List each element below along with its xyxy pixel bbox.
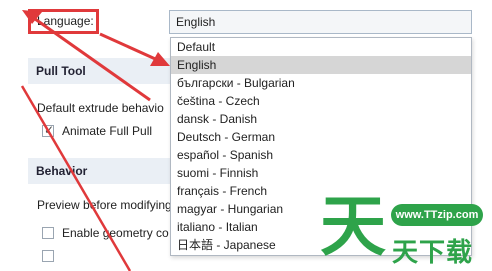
default-extrude-label: Default extrude behavio — [37, 101, 164, 115]
language-select[interactable]: English — [169, 10, 472, 34]
animate-full-pull-checkbox[interactable] — [42, 123, 54, 137]
language-option-czech[interactable]: čeština - Czech — [171, 92, 471, 110]
language-option-default[interactable]: Default — [171, 38, 471, 56]
annotation-highlight-box — [28, 9, 99, 34]
language-option-danish[interactable]: dansk - Danish — [171, 110, 471, 128]
watermark-logo-char: 天 — [320, 188, 386, 265]
watermark-logo-text: 天下载 — [392, 238, 474, 268]
language-option-finnish[interactable]: suomi - Finnish — [171, 164, 471, 182]
extra-checkbox[interactable] — [42, 250, 54, 262]
enable-geometry-checkbox[interactable] — [42, 227, 54, 239]
pull-tool-section-header: Pull Tool — [28, 58, 178, 84]
language-option-english[interactable]: English — [171, 56, 471, 74]
enable-geometry-label: Enable geometry co — [62, 226, 169, 240]
language-select-value: English — [176, 15, 216, 29]
language-option-german[interactable]: Deutsch - German — [171, 128, 471, 146]
preview-before-modifying-label: Preview before modifying — [37, 198, 172, 212]
behavior-heading: Behavior — [36, 164, 88, 178]
behavior-section-header: Behavior — [28, 158, 178, 184]
language-row: Language: English — [0, 0, 492, 42]
animate-full-pull-label: Animate Full Pull — [62, 124, 153, 138]
pull-tool-heading: Pull Tool — [36, 64, 86, 78]
watermark-url-badge: www.TTzip.com — [391, 204, 483, 226]
language-option-bulgarian[interactable]: български - Bulgarian — [171, 74, 471, 92]
language-option-spanish[interactable]: español - Spanish — [171, 146, 471, 164]
